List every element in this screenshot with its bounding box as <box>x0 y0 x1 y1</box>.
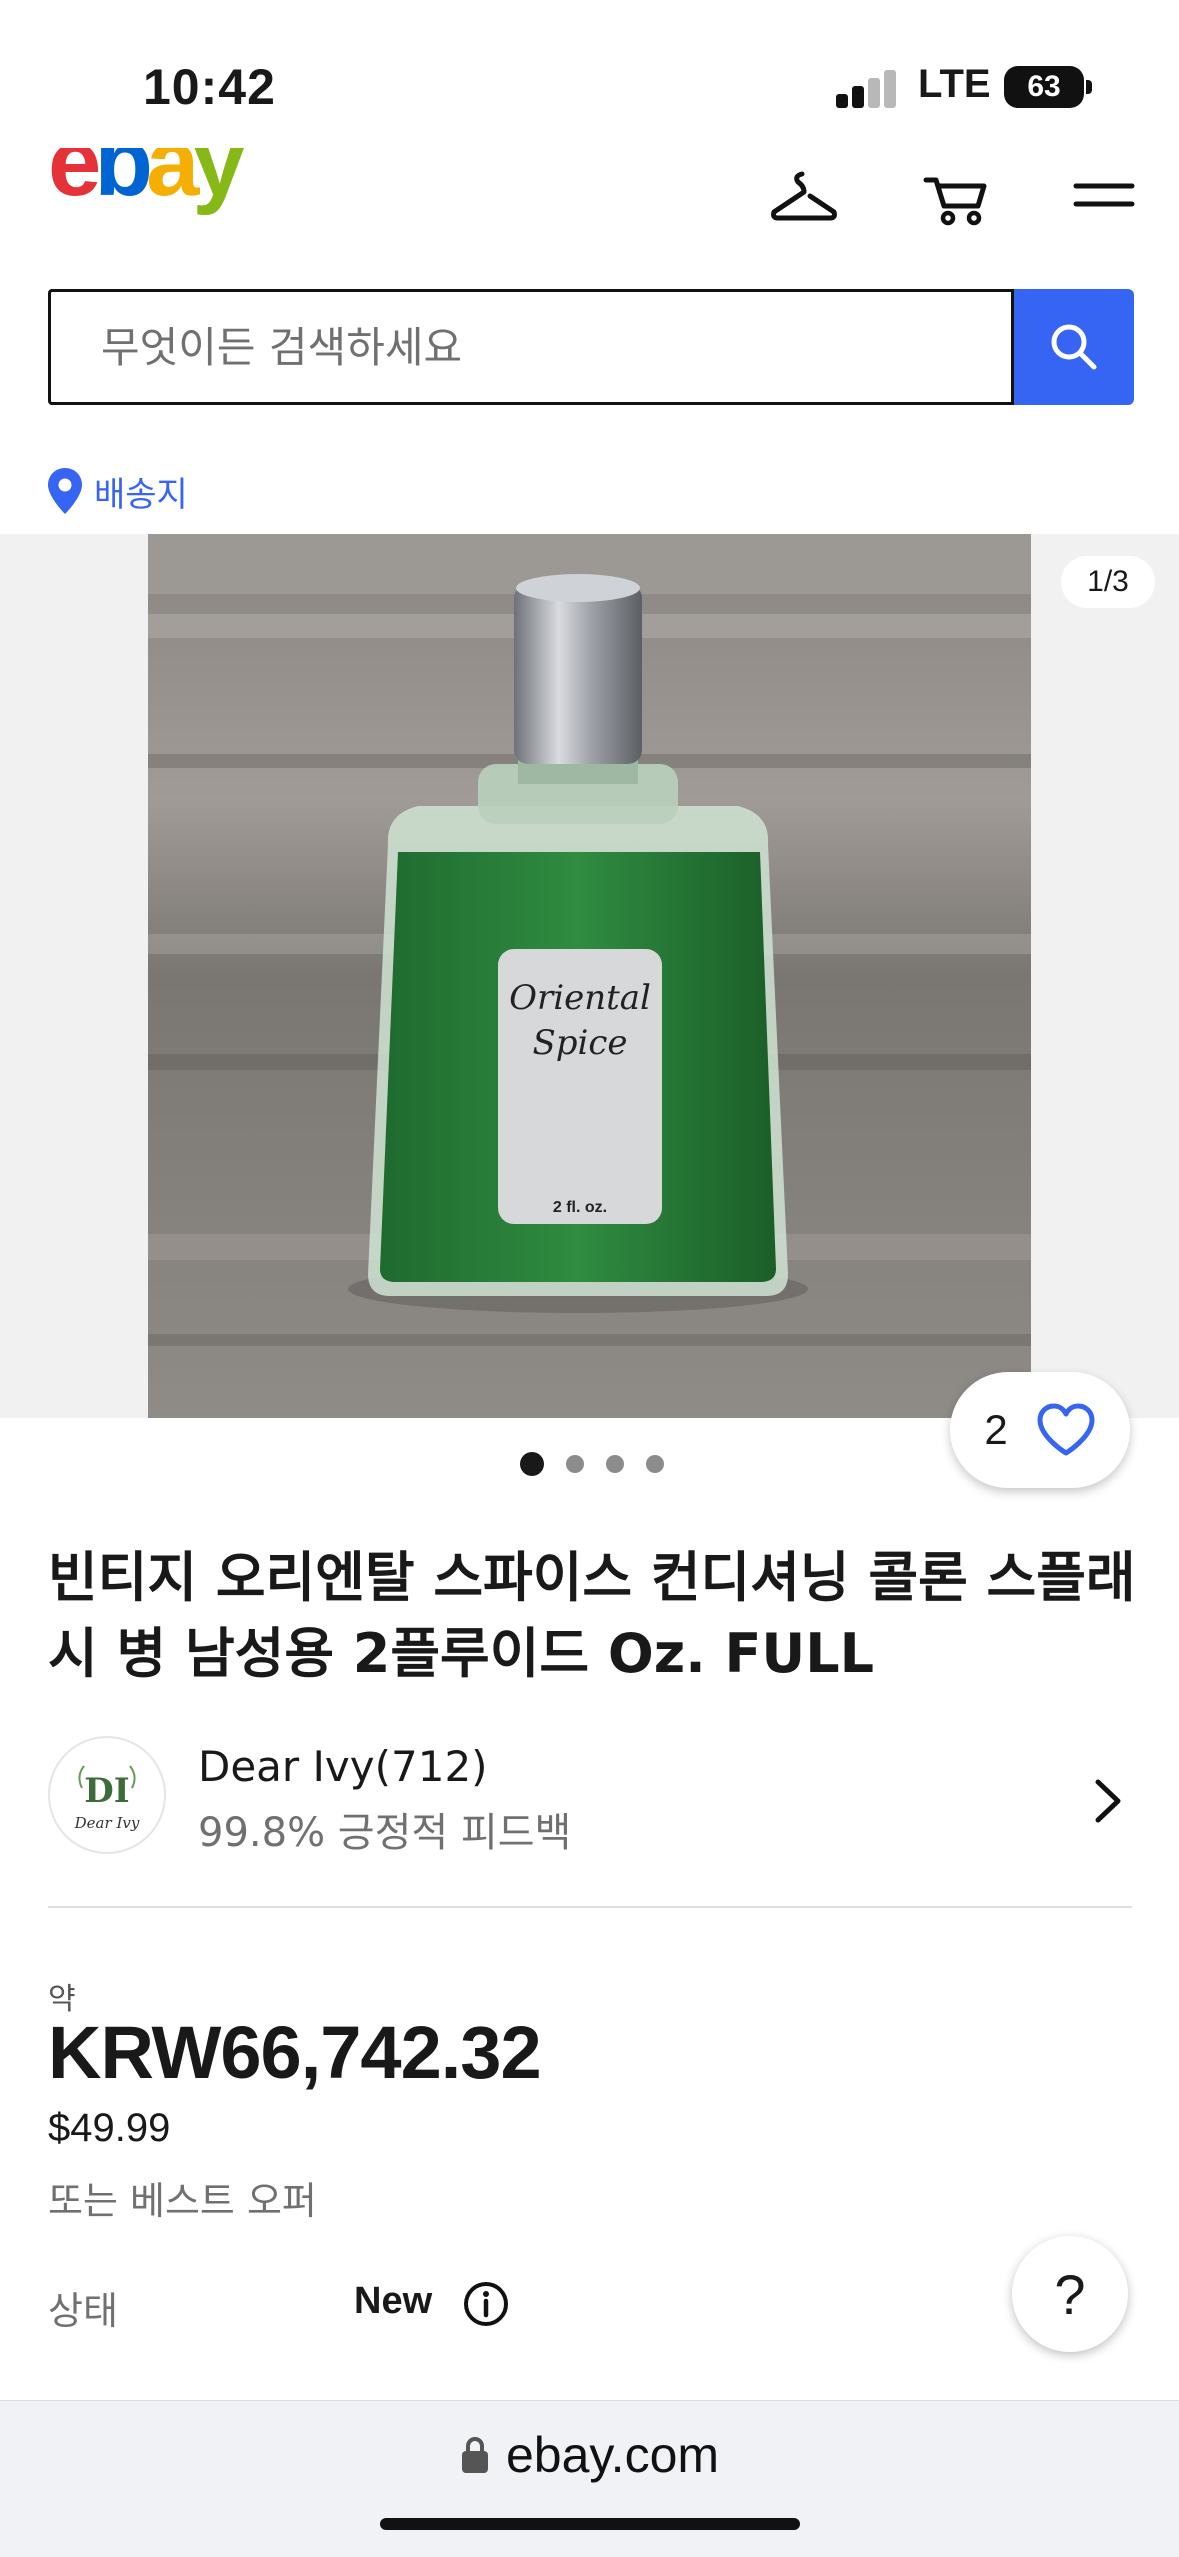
pagination-dot[interactable] <box>566 1455 584 1473</box>
info-icon[interactable] <box>462 2280 510 2332</box>
ship-to-link[interactable]: 배송지 <box>46 466 188 516</box>
status-time: 10:42 <box>143 59 276 115</box>
divider <box>48 1906 1132 1908</box>
pagination-dot[interactable] <box>646 1455 664 1473</box>
item-title: 빈티지 오리엔탈 스파이스 컨디셔닝 콜론 스플래시 병 남성용 2플루이드 O… <box>48 1546 1136 1685</box>
home-indicator[interactable] <box>380 2518 800 2530</box>
gallery-pagination <box>520 1452 664 1476</box>
bottle-label-line2: Spice <box>532 1023 627 1063</box>
pagination-dot[interactable] <box>606 1455 624 1473</box>
chevron-right-icon[interactable] <box>1090 1776 1126 1830</box>
product-image[interactable]: Oriental Spice 2 fl. oz. <box>148 534 1031 1418</box>
watch-count: 2 <box>984 1406 1008 1453</box>
ebay-logo[interactable]: ebay <box>48 148 248 228</box>
search-button[interactable] <box>1014 289 1134 405</box>
bottle-label-size: 2 fl. oz. <box>553 1199 607 1216</box>
seller-avatar[interactable]: DI Dear Ivy <box>48 1736 166 1854</box>
condition-label: 상태 <box>48 2289 118 2333</box>
cart-icon[interactable] <box>920 160 992 232</box>
price-usd: $49.99 <box>48 2106 171 2150</box>
seller-name[interactable]: Dear Ivy(712) <box>198 1742 488 1791</box>
url-text: ebay.com <box>505 2427 720 2483</box>
seller-feedback: 99.8% 긍정적 피드백 <box>198 1810 572 1856</box>
battery-icon: 63 <box>1004 66 1084 108</box>
condition-value: New <box>354 2280 433 2322</box>
pagination-dot[interactable] <box>520 1452 544 1476</box>
logo-letter-a: a <box>146 148 199 216</box>
signal-icon <box>836 70 896 108</box>
logo-letter-b: b <box>94 148 153 216</box>
search-icon <box>1051 324 1097 370</box>
logo-letter-y: y <box>192 148 245 216</box>
location-pin-icon <box>48 468 82 514</box>
heart-icon <box>1037 1403 1095 1456</box>
help-button[interactable]: ? <box>1012 2236 1128 2352</box>
network-label: LTE <box>918 62 991 106</box>
url-display[interactable]: ebay.com <box>0 2426 1179 2484</box>
avatar-caption: Dear Ivy <box>74 1814 140 1832</box>
ship-to-label: 배송지 <box>94 474 188 515</box>
image-counter: 1/3 <box>1061 556 1155 608</box>
lock-icon <box>461 2437 488 2473</box>
price-krw: KRW66,742.32 <box>48 2011 542 2094</box>
search-field[interactable] <box>48 289 1014 405</box>
logo-letter-e: e <box>48 148 101 216</box>
battery-tip <box>1086 80 1092 94</box>
menu-icon[interactable] <box>1068 160 1140 232</box>
best-offer-text: 또는 베스트 오퍼 <box>48 2179 317 2223</box>
hanger-icon[interactable] <box>768 160 840 232</box>
bottle-label-line1: Oriental <box>509 978 651 1018</box>
search-input[interactable] <box>101 292 981 402</box>
avatar-initials: DI <box>84 1771 129 1811</box>
watch-button[interactable]: 2 <box>950 1372 1130 1488</box>
